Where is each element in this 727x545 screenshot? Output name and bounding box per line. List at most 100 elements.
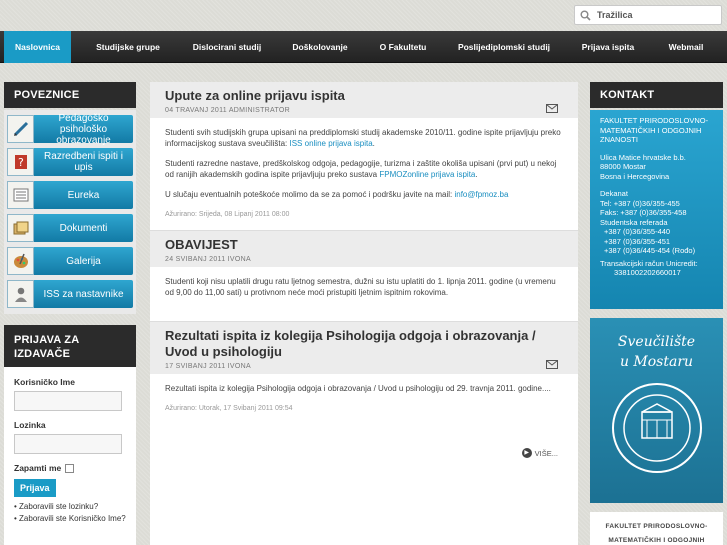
article-updated: Ažurirano: Utorak, 17 Svibanj 2011 09:54 (165, 405, 293, 412)
nav-item-naslovnica[interactable]: Naslovnica (4, 31, 71, 63)
faculty-banner[interactable]: FAKULTET PRIRODOSLOVNO- MATEMATIČKIH I O… (590, 512, 723, 545)
sidebar-link-dokumenti[interactable]: Dokumenti (7, 214, 133, 242)
remember-label: Zapamti me (14, 463, 62, 473)
contact-fax: Faks: +387 (0)36/355-458 (600, 208, 687, 217)
article-title[interactable]: Rezultati ispita iz kolegija Psihologija… (165, 328, 563, 360)
logo-line: Sveučilište (617, 334, 696, 350)
article-text: . (475, 170, 478, 179)
question-card-icon: ? (7, 148, 34, 176)
nav-item-prijava-ispita[interactable]: Prijava ispita (572, 31, 644, 63)
iss-link[interactable]: ISS online prijava ispita (290, 139, 373, 148)
nav-item-poslijediplomski-studij[interactable]: Poslijediplomski studij (448, 31, 560, 63)
password-field[interactable] (14, 434, 122, 454)
nav-item-doskolovanje[interactable]: Doškolovanje (283, 31, 357, 63)
article-body: Rezultati ispita iz kolegija Psihologija… (150, 374, 578, 424)
article-title[interactable]: OBAVIJEST (165, 237, 563, 253)
sidebar-link-iss[interactable]: ISS za nastavnike (7, 280, 133, 308)
sidebar-links: Pedagoško psihološko obrazovanje ? Razre… (4, 110, 136, 314)
contact-address-line: Bosna i Hercegovina (600, 171, 670, 181)
username-field[interactable] (14, 391, 122, 411)
nav-item-o-fakultetu[interactable]: O Fakultetu (370, 31, 436, 63)
logo-line: u Mostaru (619, 354, 694, 370)
remember-row: Zapamti me (14, 463, 126, 473)
username-label: Korisničko Ime (14, 377, 75, 387)
search-label: Tražilica (597, 10, 633, 20)
article-text: Studenti koji nisu uplatili drugu ratu l… (165, 277, 556, 297)
sidebar-link-pedagosko[interactable]: Pedagoško psihološko obrazovanje (7, 112, 133, 146)
documents-icon (7, 214, 34, 242)
sidebar-link-label: ISS za nastavnike (43, 288, 124, 300)
search-icon (580, 10, 591, 21)
forgot-username-link[interactable]: • Zaboravili ste Korisničko Ime? (14, 513, 126, 525)
contact-ref-phone: +387 (0)36/355-440 (604, 227, 671, 236)
forgot-username-label: Zaboravili ste Korisničko Ime? (19, 514, 126, 523)
article-meta: 17 SVIBANJ 2011 IVONA (165, 363, 251, 370)
contact-address: Ulica Matice hrvatske b.b. 88000 Mostar … (600, 153, 713, 182)
article-title[interactable]: Upute za online prijavu ispita (165, 88, 563, 104)
article-updated: Ažurirano: Srijeda, 08 Lipanj 2011 08:00 (165, 211, 290, 218)
sidebar-link-label: Dokumenti (59, 222, 108, 234)
contact-dean-label: Dekanat (600, 189, 628, 198)
read-more-label: VIŠE... (534, 448, 558, 458)
contact-phones: Dekanat Tel: +387 (0)36/355-455 Faks: +3… (600, 189, 713, 278)
article-text: Rezultati ispita iz kolegija Psihologija… (165, 384, 551, 393)
university-seal-icon (611, 383, 702, 473)
forgot-password-label: Zaboravili ste lozinku? (19, 502, 99, 511)
svg-text:?: ? (18, 156, 24, 169)
nav-item-dislocirani-studij[interactable]: Dislocirani studij (182, 31, 272, 63)
sidebar-link-galerija[interactable]: Galerija (7, 247, 133, 275)
chevron-right-icon: ▶ (521, 448, 532, 458)
fpmoz-link[interactable]: FPMOZonline prijava ispita (379, 170, 475, 179)
sidebar-title: POVEZNICE (4, 82, 136, 108)
contact-title: KONTAKT (590, 82, 723, 108)
article-upute: Upute za online prijavu ispita 04 TRAVAN… (150, 82, 578, 231)
article-text: . (372, 139, 375, 148)
pen-icon (7, 115, 34, 143)
login-button[interactable]: Prijava (14, 479, 56, 497)
contact-address-line: Ulica Matice hrvatske b.b. (600, 152, 686, 162)
contact-ref-phone: +387 (0)36/355-451 (604, 236, 671, 246)
person-icon (7, 280, 34, 308)
contact-ref-label: Studentska referada (600, 217, 668, 227)
sidebar-link-label: Eureka (67, 189, 100, 201)
forgot-password-link[interactable]: • Zaboravili ste lozinku? (14, 501, 126, 513)
contact-address-line: 88000 Mostar (600, 162, 646, 171)
article-meta: 24 SVIBANJ 2011 IVONA (165, 256, 251, 263)
search-input[interactable]: Tražilica (574, 5, 722, 25)
sidebar-link-label: Pedagoško psihološko obrazovanje (56, 112, 111, 146)
nav-item-webmail[interactable]: Webmail (656, 31, 716, 63)
top-bar: Tražilica (0, 0, 727, 31)
contact-panel: FAKULTET PRIRODOSLOVNO-MATEMATIČKIH I OD… (590, 110, 723, 309)
sidebar-link-eureka[interactable]: Eureka (7, 181, 133, 209)
password-label: Lozinka (14, 420, 46, 430)
sidebar-link-label: Galerija (66, 255, 101, 267)
read-more-link[interactable]: ▶ VIŠE... (521, 448, 558, 458)
sidebar-link-razredbeni[interactable]: ? Razredbeni ispiti i upis (7, 148, 133, 176)
main-content: Upute za online prijavu ispita 04 TRAVAN… (150, 82, 578, 545)
university-logo[interactable]: Sveučilište u Mostaru (590, 318, 723, 503)
article-obavijest: OBAVIJEST 24 SVIBANJ 2011 IVONA Studenti… (150, 231, 578, 322)
nav-item-studijske-grupe[interactable]: Studijske grupe (86, 31, 170, 63)
article-text: U slučaju eventualnih poteškoće molimo d… (165, 190, 455, 199)
email-icon[interactable] (546, 104, 558, 113)
contact-bank-number: 3381002202660017 (614, 268, 681, 277)
faculty-banner-line: MATEMATIČKIH I ODGOJNIH (608, 537, 705, 544)
contact-faculty: FAKULTET PRIRODOSLOVNO-MATEMATIČKIH I OD… (600, 116, 709, 144)
login-title: PRIJAVA ZA IZDAVAČE (4, 325, 136, 369)
palette-icon (7, 247, 34, 275)
remember-checkbox[interactable] (65, 463, 75, 473)
email-link[interactable]: info@fpmoz.ba (454, 190, 508, 199)
article-body: Studenti svih studijskih grupa upisani n… (150, 118, 578, 230)
article-body: Studenti koji nisu uplatili drugu ratu l… (150, 267, 578, 321)
email-icon[interactable] (546, 360, 558, 369)
faculty-banner-line: FAKULTET PRIRODOSLOVNO- (605, 523, 708, 530)
contact-bank-label: Transakcijski račun Unicredit: (600, 258, 698, 268)
contact-tel: Tel: +387 (0)36/355-455 (600, 198, 680, 208)
main-nav: Naslovnica Studijske grupe Dislocirani s… (0, 31, 727, 63)
article-meta: 04 TRAVANJ 2011 ADMINISTRATOR (165, 107, 291, 114)
article-header: Upute za online prijavu ispita 04 TRAVAN… (150, 82, 578, 118)
article-header: OBAVIJEST 24 SVIBANJ 2011 IVONA (150, 231, 578, 267)
contact-ref-phone: +387 (0)36/445-454 (Rođo) (604, 246, 696, 255)
article-rezultati: Rezultati ispita iz kolegija Psihologija… (150, 322, 578, 476)
sidebar-link-label: Razredbeni ispiti i upis (44, 151, 123, 173)
